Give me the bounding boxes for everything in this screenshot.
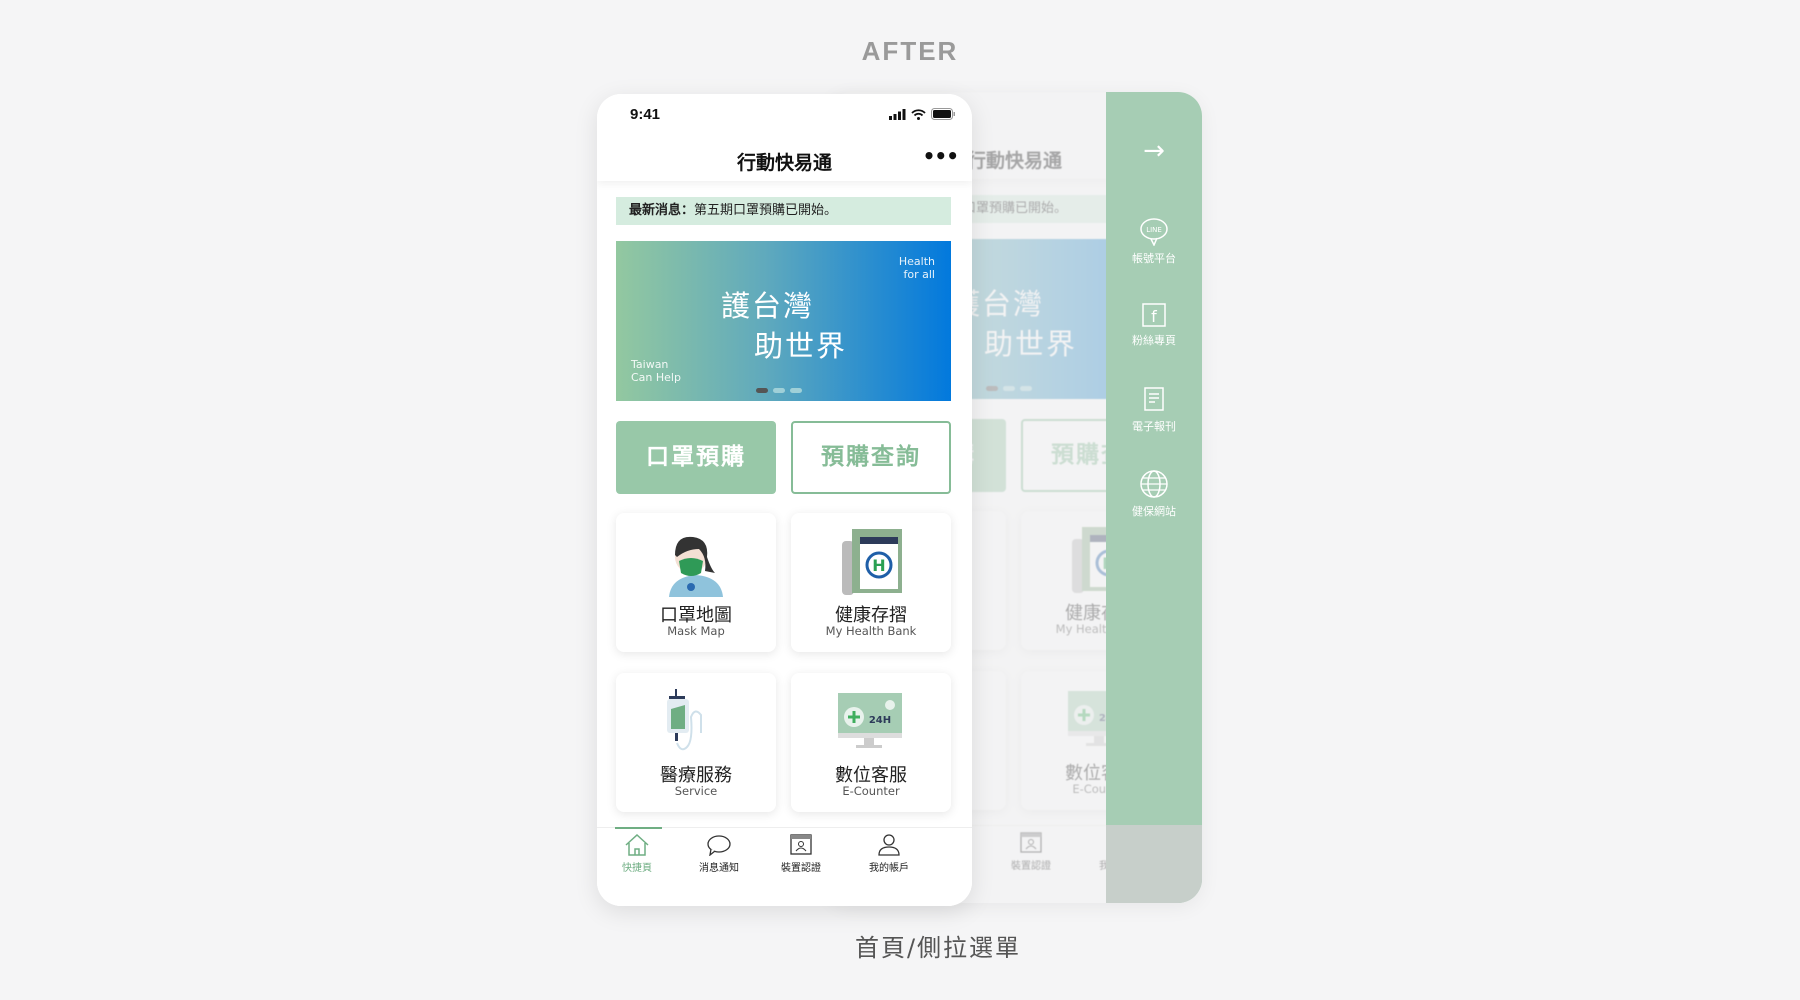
side-menu-item-facebook[interactable]: f 粉絲專頁 <box>1106 302 1202 348</box>
screen-caption: 首頁/側拉選單 <box>854 934 1022 962</box>
line-icon: LINE <box>1140 218 1168 246</box>
banner-health-line2: for all <box>903 268 935 281</box>
home-screen: 9:41 行動快易通 ••• 最新消息：第五期口罩預購已開始。 護台灣 助世界 … <box>597 94 972 906</box>
side-menu-label: 粉絲專頁 <box>1132 334 1176 347</box>
status-icons <box>889 108 956 120</box>
tab-notifications[interactable]: 消息通知 <box>679 828 759 874</box>
preorder-query-button[interactable]: 預購查詢 <box>791 421 951 494</box>
banner-taiwan-line1: Taiwan <box>631 358 669 371</box>
card-e-counter[interactable]: 24H 數位客服 E-Counter <box>791 673 951 812</box>
carousel-dot <box>986 386 998 391</box>
tab-label: 快捷頁 <box>622 863 652 874</box>
more-options-icon[interactable]: ••• <box>923 144 959 168</box>
page-title: 行動快易通 <box>736 152 832 174</box>
side-menu-item-line[interactable]: LINE 帳號平台 <box>1106 218 1202 266</box>
carousel-dots <box>986 386 1032 391</box>
news-separator: ： <box>681 203 695 218</box>
side-menu-label: 電子報刊 <box>1132 420 1176 433</box>
nav-header: 9:41 行動快易通 ••• <box>597 94 972 181</box>
banner-headline-2: 助世界 <box>984 327 1078 361</box>
side-menu: → LINE 帳號平台 f 粉絲專頁 電子報刊 健保網站 <box>1106 92 1202 903</box>
health-bank-book-icon: H <box>842 529 902 595</box>
banner-taiwan-line2: Can Help <box>631 371 681 384</box>
tab-label: 我的帳戶 <box>869 863 909 874</box>
status-time: 9:41 <box>630 106 661 123</box>
news-text: 第五期口罩預購已開始。 <box>694 203 838 218</box>
carousel-dot[interactable] <box>756 388 768 393</box>
side-menu-item-newsletter[interactable]: 電子報刊 <box>1106 386 1202 434</box>
home-screen-content: 9:41 行動快易通 ••• 最新消息：第五期口罩預購已開始。 護台灣 助世界 … <box>597 94 972 906</box>
user-icon <box>878 834 900 856</box>
carousel-dots <box>756 388 802 393</box>
page-heading: AFTER <box>861 36 959 66</box>
card-mask-map[interactable]: 口罩地圖 Mask Map <box>616 513 776 652</box>
banner-health-line1: Health <box>898 255 935 268</box>
carousel-dot[interactable] <box>790 388 802 393</box>
svg-text:H: H <box>872 556 885 575</box>
home-icon <box>625 834 649 856</box>
wifi-icon <box>911 108 926 120</box>
close-menu-arrow-icon[interactable]: → <box>1106 136 1202 166</box>
mask-preorder-button[interactable]: 口罩預購 <box>616 421 776 494</box>
banner-headline-1: 護台灣 <box>721 289 815 323</box>
banner-headline-2: 助世界 <box>754 329 848 363</box>
mask-person-icon <box>669 536 723 597</box>
card-subtitle: My Health Bank <box>825 624 917 638</box>
globe-icon <box>1140 470 1168 498</box>
banner-tagline-taiwan: TaiwanCan Help <box>631 358 681 384</box>
tab-label: 裝置認證 <box>781 863 821 874</box>
tab-device-auth: 裝置認證 <box>991 826 1071 872</box>
news-ticker[interactable]: 最新消息：第五期口罩預購已開始。 <box>616 197 951 225</box>
facebook-icon: f <box>1142 303 1166 327</box>
chat-bubble-icon <box>707 835 731 856</box>
svg-text:24H: 24H <box>869 715 891 726</box>
card-health-bank[interactable]: H 健康存摺 My Health Bank <box>791 513 951 652</box>
card-medical-service[interactable]: 醫療服務 Service <box>616 673 776 812</box>
news-label: 最新消息 <box>629 203 682 218</box>
bottom-tab-bar: 快捷頁 消息通知 裝置認證 我的帳戶 <box>597 827 972 906</box>
side-menu-label: 帳號平台 <box>1132 252 1176 265</box>
carousel-dot[interactable] <box>773 388 785 393</box>
promo-banner-carousel[interactable]: 護台灣 助世界 Health for all Taiwan Can Help <box>616 241 951 401</box>
carousel-dot <box>1020 386 1032 391</box>
side-menu-footer <box>1106 825 1202 903</box>
tab-label: 消息通知 <box>699 863 739 874</box>
facebook-icon-text: f <box>1151 307 1157 326</box>
card-subtitle: Service <box>674 784 718 798</box>
carousel-dot <box>1003 386 1015 391</box>
tab-label: 裝置認證 <box>1011 861 1051 872</box>
id-card-icon <box>790 834 812 855</box>
card-subtitle: Mask Map <box>667 624 725 638</box>
card-subtitle: E-Counter <box>842 784 900 798</box>
tab-device-auth[interactable]: 裝置認證 <box>761 828 841 874</box>
line-icon-text: LINE <box>1146 226 1162 234</box>
signal-icon <box>889 108 906 120</box>
battery-icon <box>931 108 955 120</box>
side-menu-label: 健保網站 <box>1132 505 1176 518</box>
tab-home[interactable]: 快捷頁 <box>597 827 677 874</box>
side-menu-item-website[interactable]: 健保網站 <box>1106 469 1202 519</box>
newsletter-icon <box>1144 387 1164 411</box>
banner-tagline-health: Healthfor all <box>899 255 935 281</box>
iv-drip-icon <box>667 689 702 751</box>
id-card-icon <box>1020 832 1042 853</box>
monitor-24h-icon: 24H <box>838 693 902 748</box>
tab-my-account[interactable]: 我的帳戶 <box>849 828 929 874</box>
